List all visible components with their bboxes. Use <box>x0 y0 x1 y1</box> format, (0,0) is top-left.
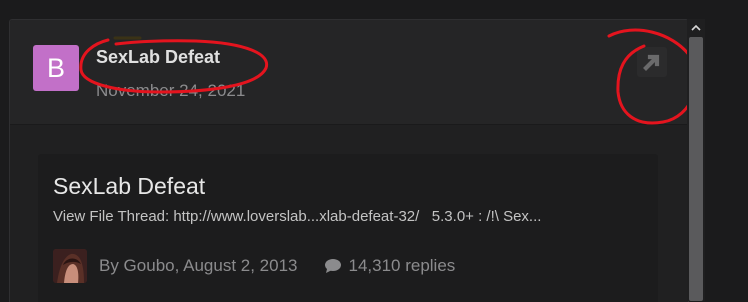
speech-bubble-icon <box>325 259 342 273</box>
replies-label: 14,310 replies <box>348 256 456 275</box>
embed-meta: By Goubo, August 2, 2013 14,310 replies <box>53 249 455 283</box>
red-annotation-scribble <box>79 36 269 94</box>
file-embed-card[interactable]: SexLab Defeat View File Thread: http://w… <box>38 154 658 302</box>
author-line: By Goubo, August 2, 2013 <box>99 256 298 275</box>
scroll-up-arrow-icon[interactable] <box>690 22 702 34</box>
avatar[interactable]: B <box>33 45 79 91</box>
scrollbar-thumb[interactable] <box>689 37 703 301</box>
post-card: B SexLab Defeat November 24, 2021 SexLab… <box>9 19 689 302</box>
author-avatar[interactable] <box>53 249 87 283</box>
reply-count: 14,310 replies <box>324 256 455 276</box>
post-header: B SexLab Defeat November 24, 2021 <box>10 20 688 125</box>
embed-description: View File Thread: http://www.loverslab..… <box>53 208 542 225</box>
embed-title[interactable]: SexLab Defeat <box>53 173 205 200</box>
vertical-scrollbar[interactable] <box>687 19 705 301</box>
red-annotation-circle <box>607 28 688 125</box>
